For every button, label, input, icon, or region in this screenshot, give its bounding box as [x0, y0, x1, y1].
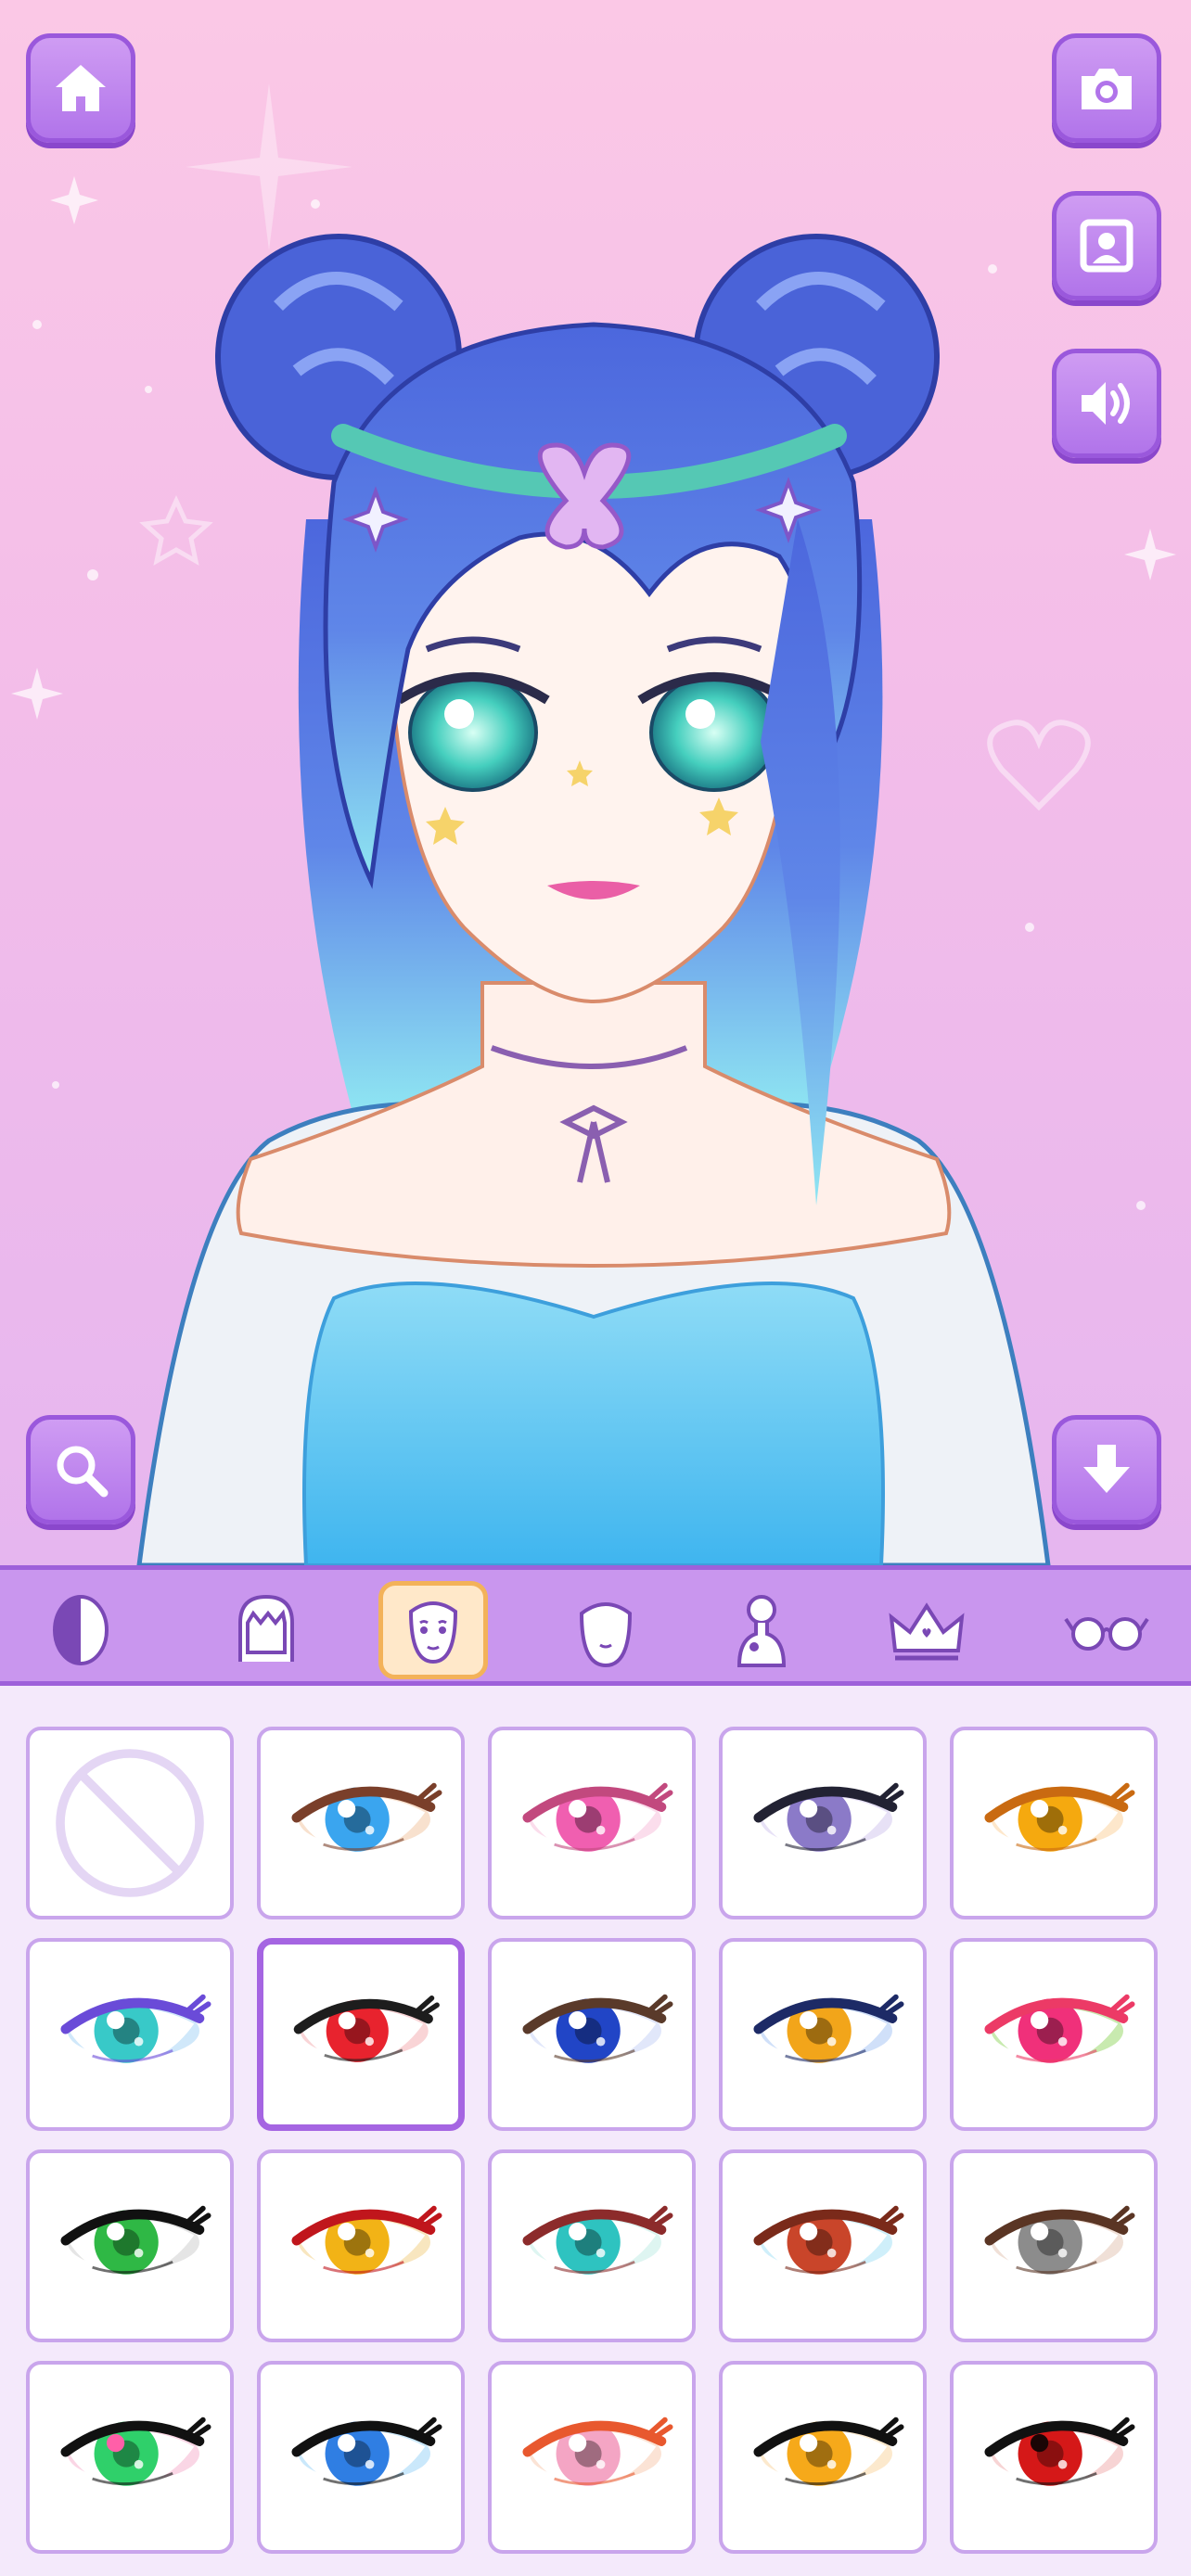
home-icon [56, 65, 106, 111]
eye-option[interactable] [257, 2361, 465, 2554]
tab-glasses[interactable] [1052, 1581, 1161, 1679]
tab-body[interactable] [707, 1581, 816, 1679]
eye-icon [753, 1782, 904, 1853]
eye-icon [984, 2205, 1135, 2276]
download-arrow-icon [1083, 1445, 1130, 1493]
eye-icon [60, 1994, 211, 2064]
face-icon [408, 1601, 458, 1664]
eye-option[interactable] [257, 1727, 465, 1919]
tab-face[interactable] [378, 1581, 488, 1679]
none-icon [56, 1749, 204, 1897]
eye-icon [291, 2417, 442, 2487]
crown-icon [889, 1602, 965, 1661]
home-button[interactable] [26, 33, 135, 143]
eye-option[interactable] [719, 1938, 927, 2131]
eye-icon [753, 1994, 904, 2064]
eye-icon [522, 2417, 673, 2487]
eye-icon [984, 1994, 1135, 2064]
category-tab-bar [0, 1565, 1191, 1686]
portrait-button[interactable] [1052, 191, 1161, 300]
eye-option[interactable] [950, 1938, 1158, 2131]
eye-option[interactable] [488, 1938, 696, 2131]
eye-icon [522, 1994, 673, 2064]
download-button[interactable] [1052, 1415, 1161, 1524]
body-icon [736, 1595, 787, 1667]
eye-option[interactable] [257, 2149, 465, 2342]
eye-icon [984, 1782, 1135, 1853]
zoom-button[interactable] [26, 1415, 135, 1524]
eye-icon [60, 2417, 211, 2487]
tab-head-shape[interactable] [551, 1581, 660, 1679]
magnifier-icon [57, 1446, 109, 1498]
eye-option[interactable] [719, 2361, 927, 2554]
eye-option[interactable] [950, 2361, 1158, 2554]
camera-button[interactable] [1052, 33, 1161, 143]
speaker-icon [1082, 382, 1130, 425]
eye-icon [291, 2205, 442, 2276]
eye-icon [291, 1782, 442, 1853]
eye-option-none[interactable] [26, 1727, 234, 1919]
eye-option[interactable] [950, 2149, 1158, 2342]
anime-character [136, 234, 1051, 1565]
character-preview-area [0, 0, 1191, 1565]
eye-icon [753, 2417, 904, 2487]
tab-accessories[interactable] [872, 1581, 981, 1679]
eye-options-grid [0, 1686, 1191, 2576]
eye-option[interactable] [26, 2149, 234, 2342]
eye-option[interactable] [26, 2361, 234, 2554]
eye-icon [522, 2205, 673, 2276]
eye-option[interactable] [950, 1727, 1158, 1919]
portrait-icon [1080, 219, 1133, 273]
head-shape-icon [579, 1602, 633, 1668]
tab-hair[interactable] [211, 1581, 321, 1679]
eye-icon [753, 2205, 904, 2276]
eye-icon [522, 1782, 673, 1853]
eye-option[interactable] [488, 2149, 696, 2342]
eye-option[interactable] [26, 1938, 234, 2131]
tab-skin-tone[interactable] [26, 1581, 135, 1679]
eye-option[interactable] [257, 1938, 465, 2131]
sound-button[interactable] [1052, 349, 1161, 458]
eye-icon [293, 1996, 440, 2063]
hair-icon [238, 1594, 294, 1662]
skin-tone-icon [53, 1595, 109, 1665]
eye-icon [60, 2205, 211, 2276]
eye-option[interactable] [488, 1727, 696, 1919]
camera-icon [1082, 69, 1132, 109]
eye-option[interactable] [719, 2149, 927, 2342]
eye-option[interactable] [719, 1727, 927, 1919]
eye-icon [984, 2417, 1135, 2487]
eye-option[interactable] [488, 2361, 696, 2554]
glasses-icon [1064, 1617, 1149, 1651]
